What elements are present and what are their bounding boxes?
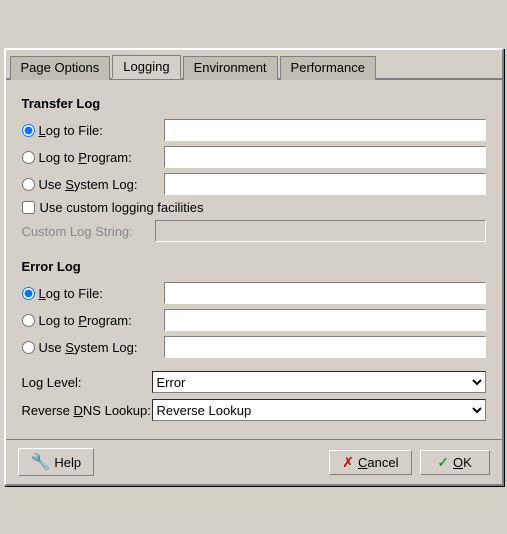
- transfer-log-to-program-label: Log to Program:: [39, 150, 164, 165]
- transfer-log-to-program-input[interactable]: [164, 146, 486, 168]
- error-log-to-file-row: Log to File: logs/error_log: [22, 282, 486, 304]
- log-level-row: Log Level: Error Warn Notice Info Debug: [22, 371, 486, 393]
- error-log-to-program-label: Log to Program:: [39, 313, 164, 328]
- right-buttons: ✗ Cancel ✓ OK: [329, 450, 489, 475]
- cancel-icon: ✗: [342, 454, 354, 471]
- tab-environment[interactable]: Environment: [183, 56, 278, 80]
- cancel-label: Cancel: [358, 455, 398, 470]
- log-level-select[interactable]: Error Warn Notice Info Debug: [152, 371, 486, 393]
- error-log-to-program-row: Log to Program:: [22, 309, 486, 331]
- log-level-label: Log Level:: [22, 375, 152, 390]
- tab-bar: Page Options Logging Environment Perform…: [6, 50, 502, 80]
- custom-logging-label: Use custom logging facilities: [40, 200, 204, 215]
- custom-log-string-row: Custom Log String:: [22, 220, 486, 242]
- error-log-to-file-label: Log to File:: [39, 286, 164, 301]
- help-icon: 🔧: [31, 452, 51, 472]
- footer: 🔧 Help ✗ Cancel ✓ OK: [6, 439, 502, 484]
- transfer-log-to-file-label: Log to File:: [39, 123, 164, 138]
- custom-logging-checkbox[interactable]: [22, 201, 35, 214]
- transfer-use-system-log-radio[interactable]: [22, 178, 35, 191]
- custom-log-string-input[interactable]: [155, 220, 486, 242]
- transfer-log-to-program-row: Log to Program:: [22, 146, 486, 168]
- ok-label: OK: [453, 455, 472, 470]
- transfer-use-system-log-label: Use System Log:: [39, 177, 164, 192]
- reverse-dns-label: Reverse DNS Lookup:: [22, 403, 152, 418]
- error-use-system-log-row: Use System Log:: [22, 336, 486, 358]
- transfer-log-to-program-radio[interactable]: [22, 151, 35, 164]
- error-log-to-file-input[interactable]: logs/error_log: [164, 282, 486, 304]
- reverse-dns-row: Reverse DNS Lookup: Reverse Lookup No Lo…: [22, 399, 486, 421]
- transfer-use-system-log-input[interactable]: [164, 173, 486, 195]
- help-label: Help: [54, 455, 81, 470]
- help-button[interactable]: 🔧 Help: [18, 448, 95, 476]
- tab-performance[interactable]: Performance: [280, 56, 376, 80]
- error-log-title: Error Log: [22, 259, 486, 274]
- error-log-to-file-radio[interactable]: [22, 287, 35, 300]
- ok-icon: ✓: [437, 454, 449, 471]
- custom-log-string-label: Custom Log String:: [22, 224, 155, 239]
- tab-logging[interactable]: Logging: [112, 55, 180, 79]
- ok-button[interactable]: ✓ OK: [420, 450, 490, 475]
- tab-content: Transfer Log Log to File: logs/access_lo…: [6, 80, 502, 439]
- error-use-system-log-label: Use System Log:: [39, 340, 164, 355]
- transfer-log-title: Transfer Log: [22, 96, 486, 111]
- error-log-to-program-radio[interactable]: [22, 314, 35, 327]
- error-log-to-program-input[interactable]: [164, 309, 486, 331]
- dialog: Page Options Logging Environment Perform…: [4, 48, 504, 486]
- tab-page-options[interactable]: Page Options: [10, 56, 111, 80]
- error-use-system-log-radio[interactable]: [22, 341, 35, 354]
- transfer-log-to-file-input[interactable]: logs/access_log: [164, 119, 486, 141]
- cancel-button[interactable]: ✗ Cancel: [329, 450, 411, 475]
- error-use-system-log-input[interactable]: [164, 336, 486, 358]
- custom-logging-row: Use custom logging facilities: [22, 200, 486, 215]
- transfer-log-to-file-radio[interactable]: [22, 124, 35, 137]
- transfer-use-system-log-row: Use System Log:: [22, 173, 486, 195]
- reverse-dns-select[interactable]: Reverse Lookup No Lookup Double Lookup: [152, 399, 486, 421]
- transfer-log-to-file-row: Log to File: logs/access_log: [22, 119, 486, 141]
